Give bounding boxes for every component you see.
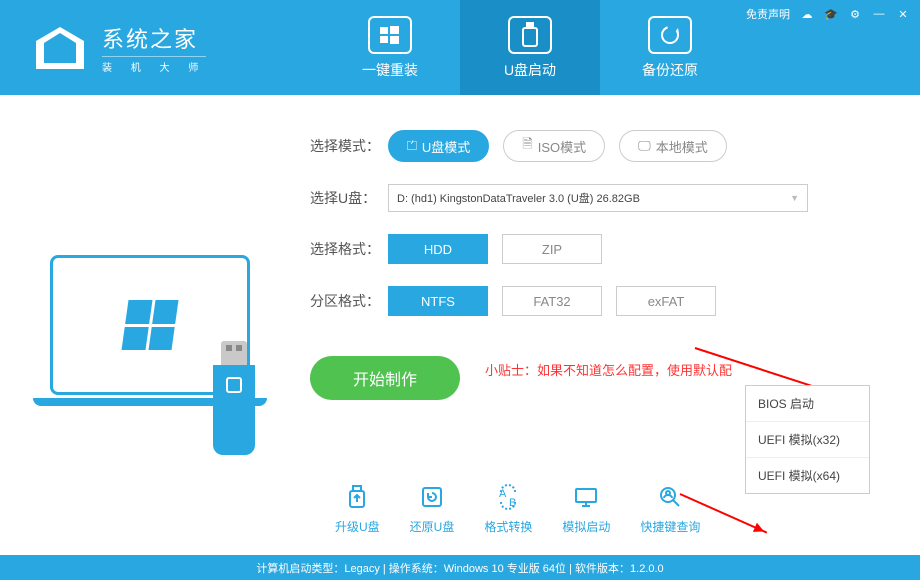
partition-fat32-button[interactable]: FAT32 [502, 286, 602, 316]
cloud-icon[interactable]: ☁ [800, 7, 814, 21]
monitor-icon [571, 482, 601, 512]
row-udisk: 选择U盘： D: (hd1) KingstonDataTraveler 3.0 … [310, 184, 890, 212]
mode-iso-button[interactable]: 🗎ISO模式 [503, 130, 605, 162]
mode-usb-button[interactable]: ⏍U盘模式 [388, 130, 489, 162]
popup-bios[interactable]: BIOS 启动 [746, 386, 869, 422]
partition-exfat-button[interactable]: exFAT [616, 286, 716, 316]
action-label: 模拟启动 [562, 518, 610, 535]
illustration-panel [0, 95, 300, 555]
popup-uefi32[interactable]: UEFI 模拟(x32) [746, 422, 869, 458]
windows-logo-icon [121, 300, 178, 350]
action-restore[interactable]: 还原U盘 [410, 482, 455, 535]
row-partition: 分区格式： NTFS FAT32 exFAT [310, 286, 890, 316]
restore-icon [417, 482, 447, 512]
tab-backup[interactable]: 备份还原 [600, 0, 740, 95]
svg-text:A: A [499, 488, 507, 500]
tab-label: 一键重装 [362, 60, 418, 80]
refresh-icon [648, 16, 692, 54]
action-convert[interactable]: AB 格式转换 [484, 482, 532, 535]
mode-local-button[interactable]: 🖵本地模式 [619, 130, 727, 162]
search-person-icon [655, 482, 685, 512]
mode-label: 选择模式： [310, 136, 388, 156]
header: 系统之家 装 机 大 师 一键重装 U盘启动 备份还原 免责声明 ☁ 🎓 ⚙ —… [0, 0, 920, 95]
bottom-actions: 升级U盘 还原U盘 AB 格式转换 模拟启动 快捷键查询 [335, 482, 700, 535]
minimize-icon[interactable]: — [872, 7, 886, 21]
window-controls: 免责声明 ☁ 🎓 ⚙ — ✕ [746, 6, 910, 22]
partition-label: 分区格式： [310, 291, 388, 311]
partition-ntfs-button[interactable]: NTFS [388, 286, 488, 316]
tab-reinstall[interactable]: 一键重装 [320, 0, 460, 95]
udisk-label: 选择U盘： [310, 188, 388, 208]
logo-icon [30, 23, 90, 73]
tab-usb-boot[interactable]: U盘启动 [460, 0, 600, 95]
close-icon[interactable]: ✕ [896, 7, 910, 21]
action-simulate[interactable]: 模拟启动 [562, 482, 610, 535]
usb-small-icon: ⏍ [407, 138, 417, 154]
convert-icon: AB [493, 482, 523, 512]
action-label: 格式转换 [484, 518, 532, 535]
row-mode: 选择模式： ⏍U盘模式 🗎ISO模式 🖵本地模式 [310, 130, 890, 162]
brand-subtitle: 装 机 大 师 [102, 56, 206, 74]
format-label: 选择格式： [310, 239, 388, 259]
brand-title: 系统之家 [102, 22, 206, 54]
action-label: 还原U盘 [410, 518, 455, 535]
monitor-icon: 🖵 [638, 138, 651, 154]
gear-icon[interactable]: ⚙ [848, 7, 862, 21]
action-label: 升级U盘 [335, 518, 380, 535]
logo: 系统之家 装 机 大 师 [0, 22, 320, 74]
action-hotkey[interactable]: 快捷键查询 [640, 482, 700, 535]
footer-text: 计算机启动类型：Legacy | 操作系统：Windows 10 专业版 64位… [256, 560, 663, 576]
disclaimer-link[interactable]: 免责声明 [746, 6, 790, 22]
tab-label: 备份还原 [642, 60, 698, 80]
boot-popup-menu: BIOS 启动 UEFI 模拟(x32) UEFI 模拟(x64) [745, 385, 870, 494]
usb-icon [508, 16, 552, 54]
start-button[interactable]: 开始制作 [310, 356, 460, 400]
row-format: 选择格式： HDD ZIP [310, 234, 890, 264]
action-upgrade[interactable]: 升级U盘 [335, 482, 380, 535]
popup-uefi64[interactable]: UEFI 模拟(x64) [746, 458, 869, 493]
graduation-icon[interactable]: 🎓 [824, 7, 838, 21]
file-icon: 🗎 [522, 135, 532, 157]
tip-text: 小贴士：如果不知道怎么配置，使用默认配 [485, 360, 732, 379]
status-bar: 计算机启动类型：Legacy | 操作系统：Windows 10 专业版 64位… [0, 555, 920, 580]
upgrade-icon [342, 482, 372, 512]
windows-icon [368, 16, 412, 54]
udisk-select[interactable]: D: (hd1) KingstonDataTraveler 3.0 (U盘) 2… [388, 184, 808, 212]
format-hdd-button[interactable]: HDD [388, 234, 488, 264]
tab-label: U盘启动 [504, 60, 556, 80]
action-label: 快捷键查询 [640, 518, 700, 535]
format-zip-button[interactable]: ZIP [502, 234, 602, 264]
usb-illustration [213, 365, 255, 455]
